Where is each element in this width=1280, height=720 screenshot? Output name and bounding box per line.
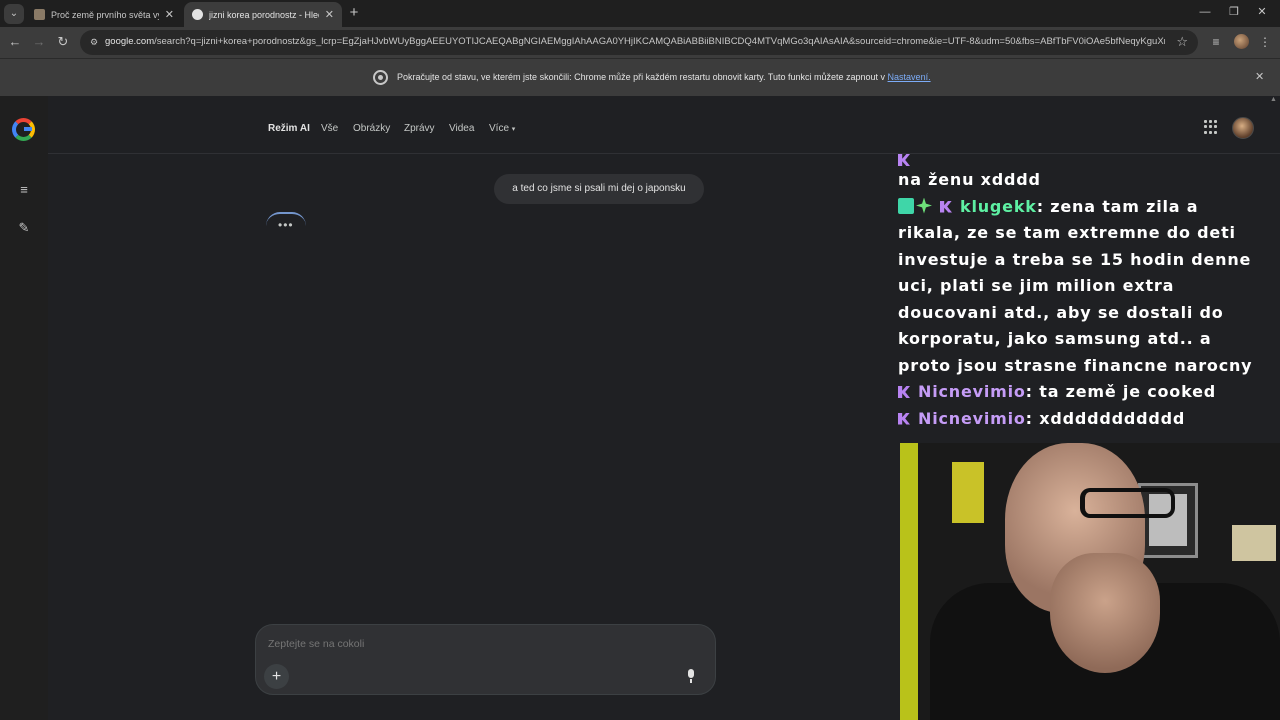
kick-badge-icon <box>898 154 910 166</box>
chat-text: ta země je cooked <box>1039 382 1217 401</box>
tab-active[interactable]: jizni korea porodnostz - Hledat ✕ <box>184 2 342 27</box>
webcam-person-hand <box>1050 553 1160 673</box>
chat-message: Nicnevimio: xddddddddddd <box>892 406 1280 433</box>
search-nav-bar: Režim AI Vše Obrázky Zprávy Videa Více ▾ <box>48 96 1280 154</box>
google-logo-icon[interactable] <box>12 118 35 141</box>
new-chat-edit-icon[interactable]: ✎ <box>16 220 32 236</box>
google-favicon-icon <box>192 9 203 20</box>
chat-username: Nicnevimio <box>918 382 1026 401</box>
close-window-icon[interactable]: ✕ <box>1255 5 1269 19</box>
account-avatar[interactable] <box>1232 117 1254 139</box>
restore-tabs-infobar: Pokračujte od stavu, ve kterém jste skon… <box>0 58 1280 96</box>
chat-message: klugekk: zena tam zila a <box>892 194 1280 221</box>
infobar-close-icon[interactable]: ✕ <box>1255 70 1264 83</box>
reload-icon[interactable]: ↻ <box>55 34 71 50</box>
caret-down-icon: ▾ <box>511 126 516 133</box>
tab-title: jizni korea porodnostz - Hledat <box>209 9 319 20</box>
mic-cap <box>688 669 694 678</box>
restore-icon[interactable]: ❐ <box>1227 5 1241 19</box>
tab-title: Proč země prvního světa vymíra <box>51 9 159 20</box>
tab-ai-mode[interactable]: Režim AI <box>268 123 310 134</box>
chat-message: Nicnevimio: ta země je cooked <box>892 379 1280 406</box>
tab-news[interactable]: Zprávy <box>404 123 435 134</box>
response-loading-indicator: ••• <box>266 212 306 234</box>
tab-inactive[interactable]: Proč země prvního světa vymíra ✕ <box>26 2 182 27</box>
prompt-composer: + <box>255 624 716 695</box>
history-list-icon[interactable]: ≡ <box>16 182 32 198</box>
site-info-icon[interactable]: ⚙ <box>88 36 100 48</box>
chat-line: uci, plati se jim milion extra <box>898 276 1175 295</box>
tab-all[interactable]: Vše <box>321 123 338 134</box>
back-icon[interactable]: ← <box>7 34 23 50</box>
webcam-glasses <box>1080 488 1175 518</box>
mic-stem <box>690 679 692 683</box>
close-tab-icon[interactable]: ✕ <box>325 8 334 21</box>
reading-list-icon[interactable]: ≡ <box>1208 34 1224 50</box>
bookmark-star-icon[interactable]: ☆ <box>1176 34 1188 50</box>
chat-line: investuje a treba se 15 hodin denne <box>898 249 1252 269</box>
tab-videos[interactable]: Videa <box>449 123 474 134</box>
webcam-wall <box>900 443 918 720</box>
kick-badge-icon <box>940 200 952 213</box>
tab-more[interactable]: Více ▾ <box>489 123 515 134</box>
tab-images[interactable]: Obrázky <box>353 123 390 134</box>
user-message-bubble: a ted co jsme si psali mi dej o japonsku <box>494 174 704 204</box>
scroll-up-arrow-icon[interactable]: ▲ <box>1270 96 1280 106</box>
minimize-icon[interactable]: — <box>1198 5 1212 19</box>
microphone-icon[interactable] <box>686 669 696 683</box>
webcam-poster <box>950 460 986 525</box>
prompt-input[interactable] <box>268 638 668 650</box>
menu-kebab-icon[interactable]: ⋮ <box>1257 34 1273 50</box>
url-path: /search?q=jizni+korea+porodnostz&gs_lcrp… <box>154 36 1165 47</box>
emote-badge-icon <box>898 197 914 214</box>
new-tab-button[interactable]: + <box>345 4 363 22</box>
chat-username: Nicnevimio <box>918 408 1026 428</box>
stream-chat-overlay: na ženu xdddd klugekk: zena tam zila a r… <box>892 154 1280 442</box>
kick-badge-icon <box>898 386 910 398</box>
kick-badge-icon <box>898 412 910 425</box>
add-attachment-button[interactable]: + <box>264 664 289 689</box>
settings-link[interactable]: Nastavení. <box>888 72 931 82</box>
loading-dots: ••• <box>278 218 294 232</box>
chat-text: xddddddddddd <box>1039 408 1186 428</box>
webcam-shelf <box>1230 523 1278 563</box>
left-rail: ≡ ✎ <box>0 96 48 720</box>
streamer-webcam <box>900 443 1280 720</box>
chat-line: proto jsou strasne financne narocny <box>898 355 1253 375</box>
infobar-text: Pokračujte od stavu, ve kterém jste skon… <box>397 72 888 82</box>
chat-line: rikala, ze se tam extremne do deti <box>898 223 1236 242</box>
browser-toolbar: ← → ↻ ⚙ google.com/search?q=jizni+korea+… <box>0 27 1280 58</box>
article-favicon-icon <box>34 9 45 20</box>
url-text[interactable]: google.com/search?q=jizni+korea+porodnos… <box>105 36 1165 47</box>
tab-strip: ⌄ Proč země prvního světa vymíra ✕ jizni… <box>0 0 1280 27</box>
chat-username: klugekk <box>960 196 1037 216</box>
chat-text: zena tam zila a <box>1050 196 1199 216</box>
tab-search-button[interactable]: ⌄ <box>4 4 24 24</box>
chat-line: korporatu, jako samsung atd.. a <box>898 329 1212 348</box>
more-label: Více <box>489 123 510 134</box>
infobar-message: Pokračujte od stavu, ve kterém jste skon… <box>397 72 931 82</box>
chat-line: na ženu xdddd <box>898 170 1041 189</box>
forward-icon[interactable]: → <box>31 34 47 50</box>
url-host: google.com <box>105 36 155 47</box>
chat-line: doucovani atd., aby se dostali do <box>898 302 1224 322</box>
close-tab-icon[interactable]: ✕ <box>165 8 174 21</box>
chat-partial-line <box>892 154 1280 167</box>
google-apps-icon[interactable] <box>1204 120 1218 134</box>
sparkle-badge-icon <box>916 197 932 214</box>
chrome-icon <box>373 70 388 85</box>
profile-avatar[interactable] <box>1234 34 1249 49</box>
address-bar[interactable]: ⚙ google.com/search?q=jizni+korea+porodn… <box>80 30 1198 55</box>
